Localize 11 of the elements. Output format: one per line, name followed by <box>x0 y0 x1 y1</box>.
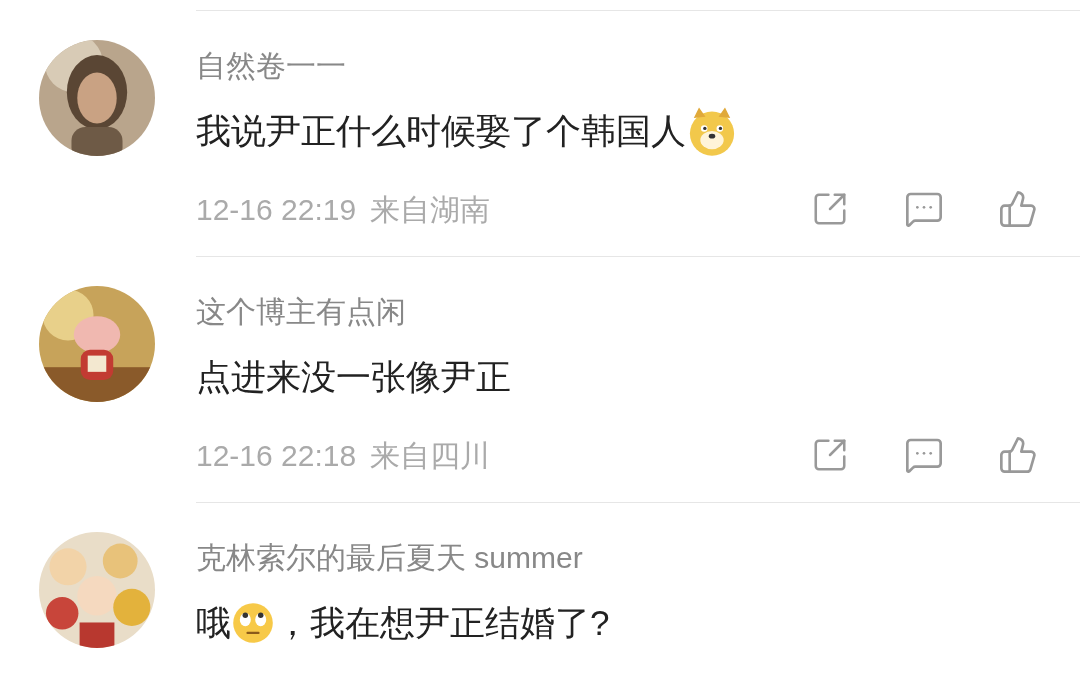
username[interactable]: 自然卷一一 <box>196 49 346 82</box>
location: 来自四川 <box>370 437 491 474</box>
username[interactable]: 这个博主有点闲 <box>196 295 406 328</box>
comment-text: 点进来没一张像尹正 <box>196 356 512 398</box>
comment-text: 哦 ，我在想尹正结婚了? <box>196 599 1040 647</box>
location: 来自湖南 <box>370 191 491 228</box>
comment-text: 我说尹正什么时候娶了个韩国人 <box>196 107 1040 155</box>
username[interactable]: 克林索尔的最后夏天 summer <box>196 541 583 574</box>
eye-roll-emoji-icon <box>231 601 275 645</box>
timestamp: 12-16 22:18 <box>196 437 357 474</box>
timestamp: 12-16 22:19 <box>196 191 357 228</box>
